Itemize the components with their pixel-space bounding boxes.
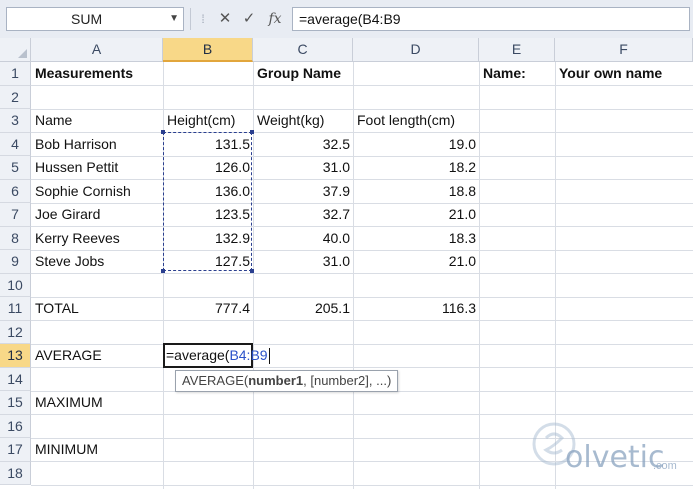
name-box[interactable]: SUM ▼ [6,7,184,31]
cell-c4[interactable]: 32.5 [253,133,353,156]
watermark-suffix: .com [653,460,677,472]
row-header-5[interactable]: 5 [0,156,31,180]
row-header-16[interactable]: 16 [0,414,31,438]
cell-a3[interactable]: Name [31,109,72,132]
cell-d8[interactable]: 18.3 [353,227,479,250]
cell-c5[interactable]: 31.0 [253,156,353,179]
range-handle[interactable] [161,269,165,273]
cell-a4[interactable]: Bob Harrison [31,133,117,156]
select-all-button[interactable] [0,38,31,62]
cell-a15[interactable]: MAXIMUM [31,391,103,414]
column-header-f[interactable]: F [555,38,693,62]
gridline [31,484,693,486]
cell-a13[interactable]: AVERAGE [31,344,102,367]
formula-input[interactable]: =average(B4:B9 [292,7,690,31]
tooltip-function-name[interactable]: AVERAGE( [182,373,248,388]
cell-f1[interactable]: Your own name [555,62,662,85]
cell-a17[interactable]: MINIMUM [31,438,98,461]
watermark-text: olvetic [565,440,665,475]
cell-a9[interactable]: Steve Jobs [31,250,104,273]
cell-a6[interactable]: Sophie Cornish [31,180,131,203]
row-header-11[interactable]: 11 [0,297,31,321]
cell-d5[interactable]: 18.2 [353,156,479,179]
range-handle[interactable] [250,269,254,273]
cell-c11[interactable]: 205.1 [253,297,353,320]
grip-icon: ⁞ [201,12,205,26]
cell-a11[interactable]: TOTAL [31,297,79,320]
range-handle[interactable] [161,130,165,134]
range-handle[interactable] [250,130,254,134]
gridline [31,320,693,321]
formula-bar: SUM ▼ ⁞ ✕ ✓ fx =average(B4:B9 [0,0,693,39]
cell-e1[interactable]: Name: [479,62,526,85]
cell-c6[interactable]: 37.9 [253,180,353,203]
row-header-2[interactable]: 2 [0,85,31,109]
gridline [31,343,693,345]
row-header-1[interactable]: 1 [0,62,31,86]
row-header-3[interactable]: 3 [0,109,31,133]
edit-formula-prefix: =average( [166,347,230,363]
gridline [479,62,480,489]
cell-c1[interactable]: Group Name [253,62,341,85]
cell-c3[interactable]: Weight(kg) [253,109,324,132]
cell-a7[interactable]: Joe Girard [31,203,100,226]
cell-d9[interactable]: 21.0 [353,250,479,273]
tooltip-current-argument[interactable]: number1 [248,373,303,388]
function-argument-tooltip[interactable]: AVERAGE(number1, [number2], ...) [175,370,399,392]
tooltip-remaining-arguments: , [number2], ...) [303,373,392,388]
cell-d3[interactable]: Foot length(cm) [353,109,455,132]
cell-c9[interactable]: 31.0 [253,250,353,273]
name-box-dropdown-icon[interactable]: ▼ [169,8,179,30]
row-header-17[interactable]: 17 [0,438,31,462]
row-header-4[interactable]: 4 [0,132,31,156]
cell-d7[interactable]: 21.0 [353,203,479,226]
row-header-10[interactable]: 10 [0,273,31,297]
row-header-9[interactable]: 9 [0,250,31,274]
row-header-14[interactable]: 14 [0,367,31,391]
edit-formula-reference: B4:B9 [229,347,268,363]
cell-c7[interactable]: 32.7 [253,203,353,226]
select-all-triangle-icon [18,49,27,58]
gridline [31,367,693,368]
cell-a1[interactable]: Measurements [31,62,133,85]
range-selection-marquee [163,132,252,271]
cell-b11[interactable]: 777.4 [163,297,253,320]
enter-icon[interactable]: ✓ [240,8,258,30]
row-header-6[interactable]: 6 [0,179,31,203]
cell-a8[interactable]: Kerry Reeves [31,227,120,250]
gridline [31,414,693,415]
formula-bar-separator [190,8,191,30]
column-header-b[interactable]: B [163,38,253,62]
column-header-e[interactable]: E [479,38,555,62]
cell-a5[interactable]: Hussen Pettit [31,156,118,179]
name-box-value: SUM [71,11,103,27]
row-header-13[interactable]: 13 [0,344,31,368]
row-header-15[interactable]: 15 [0,391,31,415]
column-header-c[interactable]: C [253,38,353,62]
cell-b3[interactable]: Height(cm) [163,109,235,132]
gridline [31,273,693,274]
cell-d4[interactable]: 19.0 [353,133,479,156]
text-caret [268,348,270,365]
gridline [31,85,693,86]
column-header-a[interactable]: A [31,38,163,62]
cancel-icon[interactable]: ✕ [216,8,234,30]
row-header-8[interactable]: 8 [0,226,31,250]
cell-edit-text[interactable]: =average(B4:B9 [166,344,270,367]
cell-c8[interactable]: 40.0 [253,227,353,250]
row-header-7[interactable]: 7 [0,203,31,227]
row-header-12[interactable]: 12 [0,320,31,344]
column-header-d[interactable]: D [353,38,479,62]
row-header-18[interactable]: 18 [0,461,31,485]
cell-d6[interactable]: 18.8 [353,180,479,203]
cell-d11[interactable]: 116.3 [353,297,479,320]
insert-function-button[interactable]: fx [264,8,286,30]
